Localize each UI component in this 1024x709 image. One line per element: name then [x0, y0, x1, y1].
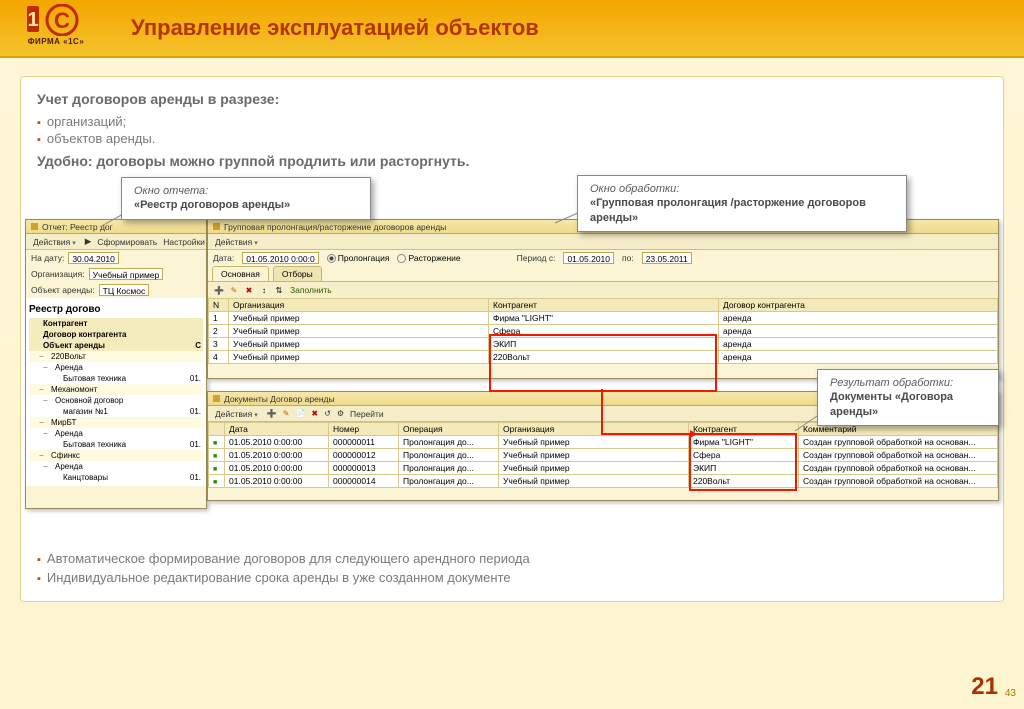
- table-row[interactable]: 4Учебный пример220Вольтаренда: [209, 351, 998, 364]
- list-item: Автоматическое формирование договоров дл…: [37, 549, 987, 568]
- org-input[interactable]: Учебный пример: [89, 268, 164, 280]
- sort-down-icon[interactable]: ⇅: [273, 284, 285, 296]
- tree-row[interactable]: −Основной договор: [29, 395, 203, 406]
- settings-button[interactable]: Настройки: [163, 237, 205, 247]
- add-icon[interactable]: ➕: [213, 284, 225, 296]
- callout-result: Результат обработки: Документы «Договора…: [817, 369, 999, 426]
- toolbar[interactable]: Действия: [208, 234, 998, 250]
- org-label: Организация:: [31, 269, 85, 279]
- screenshot-area: Окно отчета: «Реестр договоров аренды» О…: [37, 179, 987, 539]
- report-heading: Реестр догово: [29, 301, 203, 318]
- callout-proc: Окно обработки: «Групповая пролонгация /…: [577, 175, 907, 232]
- svg-text:1: 1: [27, 9, 38, 31]
- sort-up-icon[interactable]: ↕: [258, 284, 270, 296]
- window-icon: [31, 223, 38, 230]
- radio-terminate[interactable]: Расторжение: [397, 253, 460, 263]
- icon-toolbar[interactable]: ➕ ✎ ✖ ↕ ⇅ Заполнить: [208, 282, 998, 298]
- actions-button[interactable]: Действия: [30, 237, 79, 247]
- documents-grid[interactable]: Дата Номер Операция Организация Контраге…: [208, 422, 998, 488]
- callout-text: «Реестр договоров аренды»: [134, 199, 290, 211]
- list-item: организаций;: [37, 113, 987, 130]
- date-input[interactable]: 30.04.2010: [68, 252, 119, 264]
- intro-list: организаций; объектов аренды.: [37, 113, 987, 147]
- tree-row[interactable]: −МирБТ: [29, 417, 203, 428]
- obj-label: Объект аренды:: [31, 285, 95, 295]
- tabs[interactable]: Основная Отборы: [208, 266, 998, 282]
- edit-icon[interactable]: ✎: [228, 284, 240, 296]
- table-row[interactable]: 1Учебный примерФирма "LIGHT"аренда: [209, 312, 998, 325]
- form-button[interactable]: Сформировать: [97, 237, 157, 247]
- tree-row[interactable]: магазин №101.: [29, 406, 203, 417]
- tree-row[interactable]: −Механомонт: [29, 384, 203, 395]
- tab-filter[interactable]: Отборы: [273, 266, 322, 281]
- tab-main[interactable]: Основная: [212, 266, 269, 281]
- page-number: 21: [971, 673, 998, 701]
- callout-label: Результат обработки:: [830, 377, 953, 389]
- content-panel-wrap: Учет договоров аренды в разрезе: организ…: [0, 58, 1024, 614]
- intro-heading-2: Удобно: договоры можно группой продлить …: [37, 153, 987, 169]
- tree-row[interactable]: Бытовая техника01.: [29, 439, 203, 450]
- obj-input[interactable]: ТЦ Космос: [99, 284, 150, 296]
- add-icon[interactable]: ➕: [267, 409, 277, 418]
- callout-text: «Групповая пролонгация /расторжение дого…: [590, 197, 866, 223]
- date-label: На дату:: [31, 253, 64, 263]
- page-number-mini: 43: [1005, 688, 1016, 699]
- date-label: Дата:: [213, 253, 234, 263]
- table-row[interactable]: ■01.05.2010 0:00:00000000011Пролонгация …: [209, 436, 998, 449]
- fill-button[interactable]: Заполнить: [290, 285, 332, 295]
- callout-text: Документы «Договора аренды»: [830, 391, 953, 417]
- period-to-input[interactable]: 23.05.2011: [642, 252, 692, 264]
- period-label: Период с:: [517, 253, 556, 263]
- date-input[interactable]: 01.05.2010 0:00:0: [242, 252, 319, 264]
- filter-icon[interactable]: ⚙: [337, 409, 344, 418]
- actions-button[interactable]: Действия: [212, 409, 261, 419]
- period-from-input[interactable]: 01.05.2010: [563, 252, 614, 264]
- list-item: объектов аренды.: [37, 130, 987, 147]
- refresh-icon[interactable]: ↺: [324, 409, 331, 418]
- processing-window[interactable]: Групповая пролонгация/расторжение догово…: [207, 219, 999, 379]
- edit-icon[interactable]: ✎: [283, 409, 290, 418]
- footer-list: Автоматическое формирование договоров дл…: [37, 549, 987, 587]
- brand-name: ФИРМА «1С»: [28, 37, 85, 46]
- table-row[interactable]: ■01.05.2010 0:00:00000000012Пролонгация …: [209, 449, 998, 462]
- slide-title: Управление эксплуатацией объектов: [131, 15, 539, 41]
- radio-prolong[interactable]: Пролонгация: [327, 253, 390, 263]
- toolbar[interactable]: Действия ▶ Сформировать Настройки: [26, 234, 206, 250]
- table-row[interactable]: 2Учебный примерСферааренда: [209, 325, 998, 338]
- callout-label: Окно обработки:: [590, 183, 679, 195]
- table-row[interactable]: ■01.05.2010 0:00:00000000014Пролонгация …: [209, 475, 998, 488]
- brand-logo: 1 С ФИРМА «1С»: [17, 4, 95, 52]
- tree-row[interactable]: Канцтовары01.: [29, 472, 203, 483]
- header-bar: 1 С ФИРМА «1С» Управление эксплуатацией …: [0, 0, 1024, 58]
- tree-row[interactable]: −Сфинкс: [29, 450, 203, 461]
- goto-button[interactable]: Перейти: [350, 409, 384, 419]
- period-to-label: по:: [622, 253, 634, 263]
- main-panel: Учет договоров аренды в разрезе: организ…: [20, 76, 1004, 602]
- tree-row[interactable]: −Аренда: [29, 362, 203, 373]
- tree-row[interactable]: −Аренда: [29, 428, 203, 439]
- processing-grid[interactable]: N Организация Контрагент Договор контраг…: [208, 298, 998, 364]
- copy-icon[interactable]: 📄: [295, 409, 305, 418]
- callout-report: Окно отчета: «Реестр договоров аренды»: [121, 177, 371, 220]
- tree-row[interactable]: −Аренда: [29, 461, 203, 472]
- table-row[interactable]: 3Учебный примерЭКИПаренда: [209, 338, 998, 351]
- delete-icon[interactable]: ✖: [311, 409, 318, 418]
- window-icon: [213, 223, 220, 230]
- report-window[interactable]: Отчет: Реестр дог Действия ▶ Сформироват…: [25, 219, 207, 509]
- window-icon: [213, 395, 220, 402]
- actions-button[interactable]: Действия: [212, 237, 261, 247]
- delete-icon[interactable]: ✖: [243, 284, 255, 296]
- window-title: Отчет: Реестр дог: [26, 220, 206, 234]
- list-item: Индивидуальное редактирование срока арен…: [37, 568, 987, 587]
- table-row[interactable]: ■01.05.2010 0:00:00000000013Пролонгация …: [209, 462, 998, 475]
- callout-label: Окно отчета:: [134, 185, 208, 197]
- tree-row[interactable]: Бытовая техника01.: [29, 373, 203, 384]
- intro-heading: Учет договоров аренды в разрезе:: [37, 91, 987, 107]
- tree-row[interactable]: −220Вольт: [29, 351, 203, 362]
- svg-text:С: С: [54, 8, 70, 33]
